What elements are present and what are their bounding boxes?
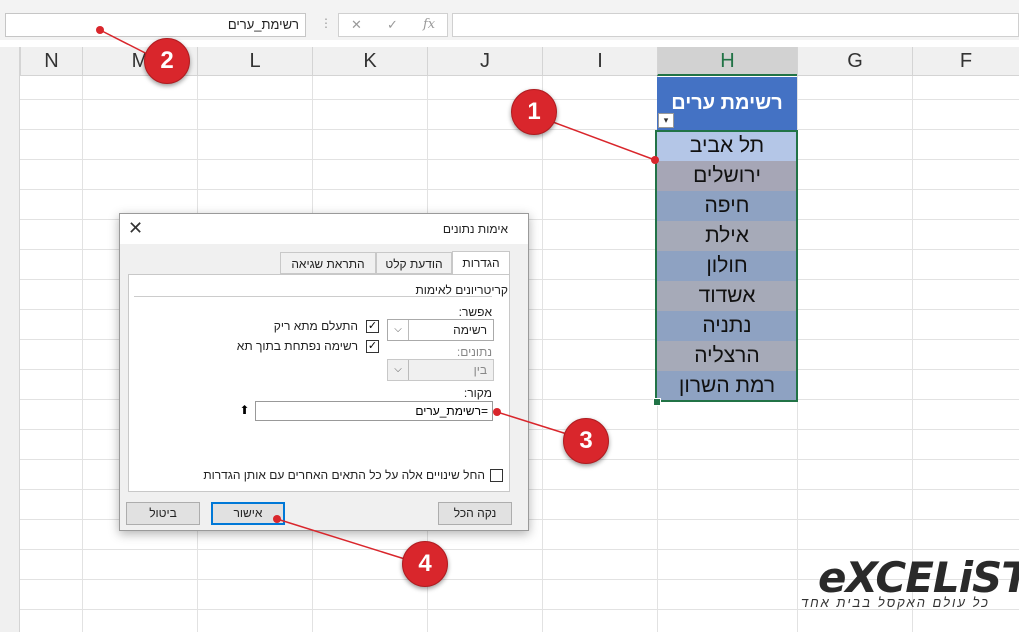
logo-slogan: כל עולם האקסל בבית אחד xyxy=(800,595,990,610)
callout-2: 2 xyxy=(144,38,190,84)
callout-3: 3 xyxy=(563,418,609,464)
callout-1: 1 xyxy=(511,89,557,135)
callout-lines xyxy=(96,26,659,566)
callout-4: 4 xyxy=(402,541,448,587)
